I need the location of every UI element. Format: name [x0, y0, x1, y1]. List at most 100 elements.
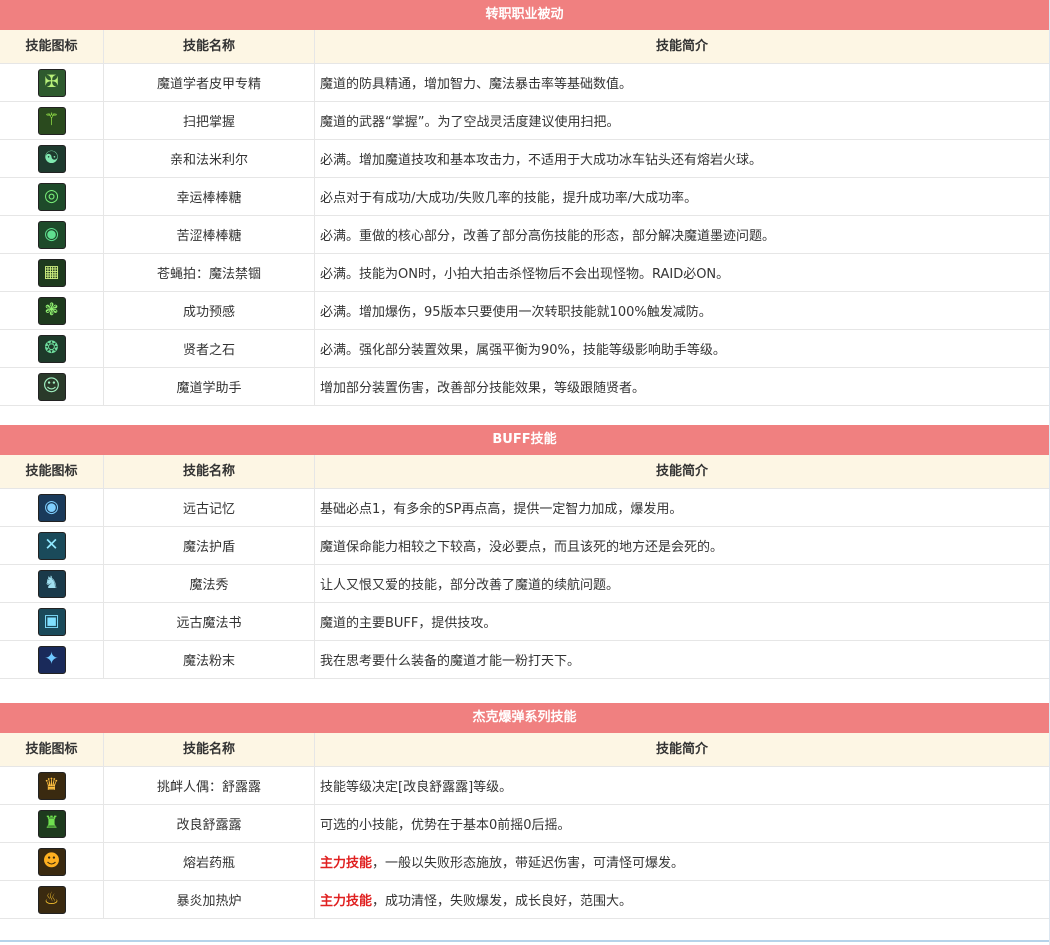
skill-name: 亲和法米利尔 — [104, 140, 315, 177]
skill-icon-cell: ▣ — [0, 603, 104, 640]
header-skill-name: 技能名称 — [104, 733, 315, 766]
skill-description: 必满。增加魔道技攻和基本攻击力，不适用于大成功冰车钻头还有熔岩火球。 — [315, 140, 1049, 177]
skill-description-text: 必满。技能为ON时，小拍大拍击杀怪物后不会出现怪物。RAID必ON。 — [320, 267, 730, 282]
skill-icon-cell: ✕ — [0, 527, 104, 564]
skill-description-text: 必满。增加魔道技攻和基本攻击力，不适用于大成功冰车钻头还有熔岩火球。 — [320, 153, 763, 168]
table-header-row: 技能图标 技能名称 技能简介 — [0, 733, 1049, 767]
skill-description: 可选的小技能，优势在于基本0前摇0后摇。 — [315, 805, 1049, 842]
skill-icon-cell: ☻ — [0, 843, 104, 880]
skill-name: 暴炎加热炉 — [104, 881, 315, 918]
shuruluru-doll-icon: ♛ — [37, 771, 66, 800]
skill-description-text: 必满。增加爆伤，95版本只要使用一次转职技能就100%触发减防。 — [320, 305, 712, 320]
skill-description: 增加部分装置伤害，改善部分技能效果，等级跟随贤者。 — [315, 368, 1049, 405]
skill-icon-cell: ☯ — [0, 140, 104, 177]
table-row: ▣ 远古魔法书 魔道的主要BUFF，提供技攻。 — [0, 603, 1049, 641]
blazing-stove-icon: ♨ — [37, 885, 66, 914]
section-title: 杰克爆弹系列技能 — [0, 703, 1049, 733]
skill-icon-cell: ♨ — [0, 881, 104, 918]
header-skill-icon: 技能图标 — [0, 30, 104, 63]
header-skill-icon: 技能图标 — [0, 733, 104, 766]
skill-description: 魔道的防具精通，增加智力、魔法暴击率等基础数值。 — [315, 64, 1049, 101]
table-row: ✕ 魔法护盾 魔道保命能力相较之下较高，没必要点，而且该死的地方还是会死的。 — [0, 527, 1049, 565]
lava-potion-icon: ☻ — [37, 847, 66, 876]
table-row: ❂ 贤者之石 必满。强化部分装置效果，属强平衡为90%，技能等级影响助手等级。 — [0, 330, 1049, 368]
table-row: ♨ 暴炎加热炉 主力技能 ，成功清怪，失败爆发，成长良好，范围大。 — [0, 881, 1049, 919]
skill-name: 苦涩棒棒糖 — [104, 216, 315, 253]
skill-description: 技能等级决定[改良舒露露]等级。 — [315, 767, 1049, 804]
skill-description: 我在思考要什么装备的魔道才能一粉打天下。 — [315, 641, 1049, 678]
skill-name: 魔道学者皮甲专精 — [104, 64, 315, 101]
skill-icon-cell: ◉ — [0, 489, 104, 526]
skill-description-text: ，一般以失败形态施放，带延迟伤害，可清怪可爆发。 — [372, 856, 685, 871]
skill-icon-cell: ⚚ — [0, 102, 104, 139]
skill-description-text: 魔道的武器“掌握”。为了空战灵活度建议使用扫把。 — [320, 115, 620, 130]
skill-guide-page: 转职职业被动 技能图标 技能名称 技能简介 ✠ 魔道学者皮甲专精 魔道的防具精通，增加智力、… — [0, 0, 1050, 945]
skill-description-text: 让人又恨又爱的技能，部分改善了魔道的续航问题。 — [320, 578, 620, 593]
skill-description-text: 必点对于有成功/大成功/失败几率的技能，提升成功率/大成功率。 — [320, 191, 698, 206]
skill-description-text: 技能等级决定[改良舒露露]等级。 — [320, 780, 513, 795]
skill-icon-cell: ✠ — [0, 64, 104, 101]
skill-description: 魔道的武器“掌握”。为了空战灵活度建议使用扫把。 — [315, 102, 1049, 139]
table-row: ♛ 挑衅人偶：舒露露 技能等级决定[改良舒露露]等级。 — [0, 767, 1049, 805]
skill-icon-cell: ♜ — [0, 805, 104, 842]
table-header-row: 技能图标 技能名称 技能简介 — [0, 455, 1049, 489]
skill-name: 改良舒露露 — [104, 805, 315, 842]
table-row: ⚚ 扫把掌握 魔道的武器“掌握”。为了空战灵活度建议使用扫把。 — [0, 102, 1049, 140]
skill-description: 主力技能 ，成功清怪，失败爆发，成长良好，范围大。 — [315, 881, 1049, 918]
skill-name: 魔道学助手 — [104, 368, 315, 405]
section-jack-bomb-skills: 杰克爆弹系列技能 技能图标 技能名称 技能简介 ♛ 挑衅人偶：舒露露 技能等级决定[改良舒露… — [0, 703, 1049, 919]
skill-icon-cell: ◉ — [0, 216, 104, 253]
table-row: ✦ 魔法粉末 我在思考要什么装备的魔道才能一粉打天下。 — [0, 641, 1049, 679]
header-skill-icon: 技能图标 — [0, 455, 104, 488]
table-row: ▦ 苍蝇拍：魔法禁锢 必满。技能为ON时，小拍大拍击杀怪物后不会出现怪物。RAID必… — [0, 254, 1049, 292]
header-skill-desc: 技能简介 — [655, 39, 708, 54]
section-job-passive: 转职职业被动 技能图标 技能名称 技能简介 ✠ 魔道学者皮甲专精 魔道的防具精通，增加智力、… — [0, 0, 1049, 406]
sheet-armor-icon: ✠ — [37, 68, 66, 97]
pet-familiar-icon: ☯ — [37, 144, 66, 173]
skill-icon-cell: ❃ — [0, 292, 104, 329]
skill-description: 必满。重做的核心部分，改善了部分高伤技能的形态，部分解决魔道墨迹问题。 — [315, 216, 1049, 253]
skill-name: 挑衅人偶：舒露露 — [104, 767, 315, 804]
table-row: ♞ 魔法秀 让人又恨又爱的技能，部分改善了魔道的续航问题。 — [0, 565, 1049, 603]
fly-swatter-icon: ▦ — [37, 258, 66, 287]
magic-show-icon: ♞ — [37, 569, 66, 598]
header-skill-name: 技能名称 — [104, 455, 315, 488]
skill-name: 扫把掌握 — [104, 102, 315, 139]
skill-description-text: 必满。强化部分装置效果，属强平衡为90%，技能等级影响助手等级。 — [320, 343, 726, 358]
header-skill-desc: 技能简介 — [655, 742, 708, 757]
sage-stone-icon: ❂ — [37, 334, 66, 363]
skill-name: 贤者之石 — [104, 330, 315, 367]
skill-icon-cell: ♞ — [0, 565, 104, 602]
table-row: ☯ 亲和法米利尔 必满。增加魔道技攻和基本攻击力，不适用于大成功冰车钻头还有熔岩火球… — [0, 140, 1049, 178]
magic-powder-icon: ✦ — [37, 645, 66, 674]
skill-name: 魔法粉末 — [104, 641, 315, 678]
broom-icon: ⚚ — [37, 106, 66, 135]
skill-description-text: 魔道的主要BUFF，提供技攻。 — [320, 616, 497, 631]
section-buff-skills: BUFF技能 技能图标 技能名称 技能简介 ◉ 远古记忆 基础必点1，有多余的SP再点高，提… — [0, 425, 1049, 679]
skill-description-text: 我在思考要什么装备的魔道才能一粉打天下。 — [320, 654, 581, 669]
skill-description-text: 必满。重做的核心部分，改善了部分高伤技能的形态，部分解决魔道墨迹问题。 — [320, 229, 776, 244]
skill-description: 基础必点1，有多余的SP再点高，提供一定智力加成，爆发用。 — [315, 489, 1049, 526]
skill-icon-cell: ☺ — [0, 368, 104, 405]
skill-description: 必满。强化部分装置效果，属强平衡为90%，技能等级影响助手等级。 — [315, 330, 1049, 367]
skill-description: 必满。技能为ON时，小拍大拍击杀怪物后不会出现怪物。RAID必ON。 — [315, 254, 1049, 291]
table-row: ♜ 改良舒露露 可选的小技能，优势在于基本0前摇0后摇。 — [0, 805, 1049, 843]
table-row: ☺ 魔道学助手 增加部分装置伤害，改善部分技能效果，等级跟随贤者。 — [0, 368, 1049, 406]
lucky-lollipop-icon: ◎ — [37, 182, 66, 211]
skill-name: 熔岩药瓶 — [104, 843, 315, 880]
skill-description-text: 魔道保命能力相较之下较高，没必要点，而且该死的地方还是会死的。 — [320, 540, 724, 555]
table-row: ☻ 熔岩药瓶 主力技能 ，一般以失败形态施放，带延迟伤害，可清怪可爆发。 — [0, 843, 1049, 881]
skill-name: 成功预感 — [104, 292, 315, 329]
skill-icon-cell: ▦ — [0, 254, 104, 291]
header-skill-name: 技能名称 — [104, 30, 315, 63]
skill-description-text: 可选的小技能，优势在于基本0前摇0后摇。 — [320, 818, 571, 833]
table-row: ✠ 魔道学者皮甲专精 魔道的防具精通，增加智力、魔法暴击率等基础数值。 — [0, 64, 1049, 102]
bottom-divider — [0, 940, 1049, 942]
header-skill-desc: 技能简介 — [655, 464, 708, 479]
skill-name: 远古魔法书 — [104, 603, 315, 640]
skill-highlight: 主力技能 — [320, 856, 373, 871]
section-title: BUFF技能 — [0, 425, 1049, 455]
skill-icon-cell: ♛ — [0, 767, 104, 804]
skill-icon-cell: ◎ — [0, 178, 104, 215]
skill-description-text: 基础必点1，有多余的SP再点高，提供一定智力加成，爆发用。 — [320, 502, 683, 517]
